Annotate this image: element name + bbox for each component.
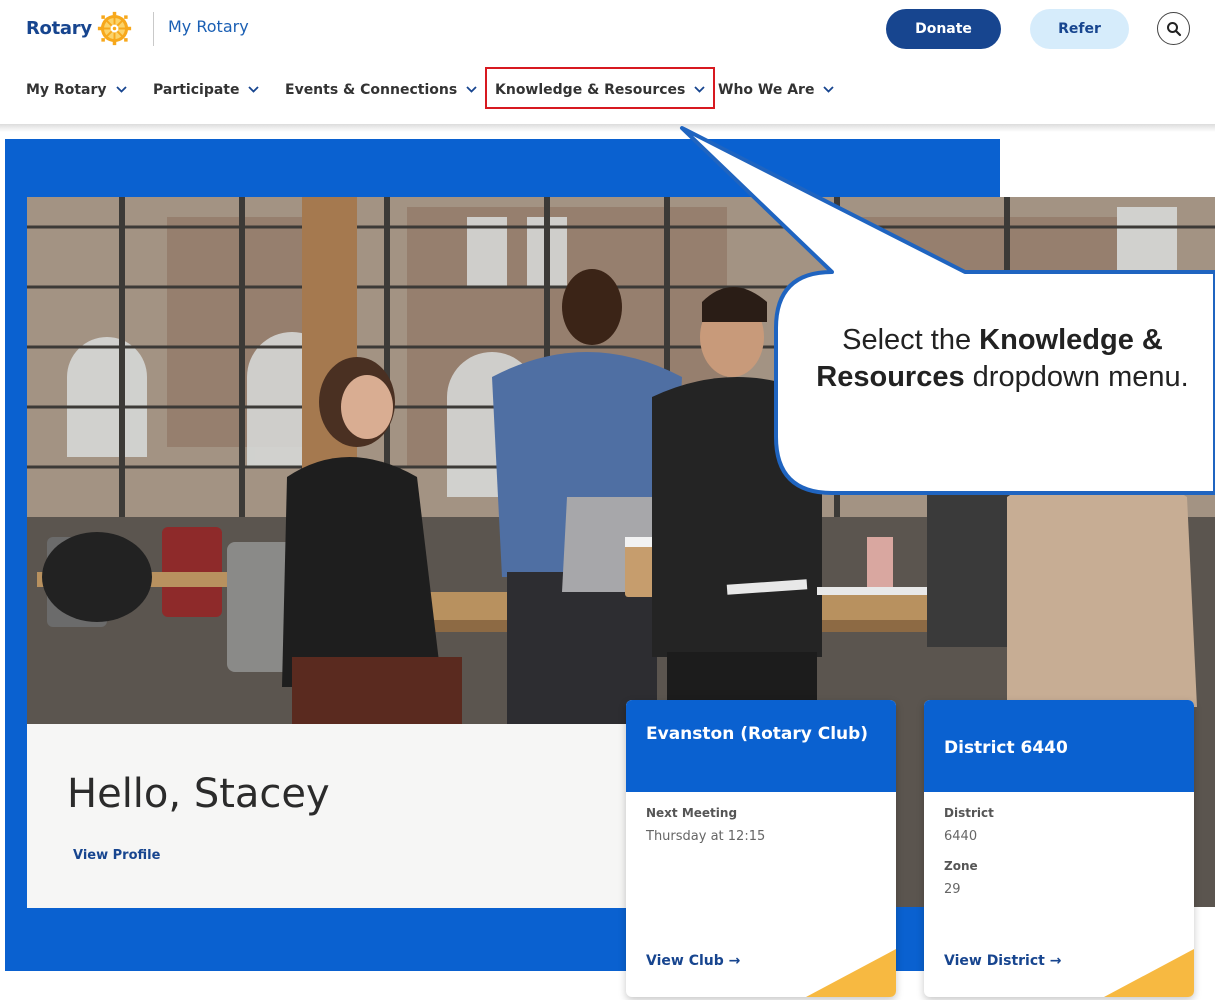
card-title: District 6440: [924, 700, 1194, 792]
nav-label: Participate: [153, 81, 240, 98]
nav-label: Events & Connections: [285, 81, 458, 98]
nav-participate[interactable]: Participate: [153, 74, 260, 105]
view-profile-link[interactable]: View Profile: [73, 848, 160, 863]
district-card: District 6440 District 6440 Zone 29 View…: [924, 700, 1194, 997]
chevron-down-icon: [823, 86, 835, 93]
card-corner-accent: [806, 949, 896, 997]
card-field-value: Thursday at 12:15: [646, 829, 766, 844]
card-field-value: 29: [944, 882, 961, 897]
greeting-panel: Hello, Stacey View Profile: [27, 724, 627, 908]
view-district-link[interactable]: View District →: [944, 953, 1061, 969]
card-corner-accent: [1104, 949, 1194, 997]
greeting-heading: Hello, Stacey: [67, 771, 330, 817]
nav-label: Knowledge & Resources: [495, 81, 686, 98]
view-club-link[interactable]: View Club →: [646, 953, 740, 969]
main-nav: My Rotary Participate Events & Connectio…: [0, 66, 1215, 113]
top-bar: Rotary My Rotary Donate Refer: [0, 0, 1215, 60]
my-rotary-home-link[interactable]: My Rotary: [168, 17, 249, 36]
card-field-label: Zone: [944, 859, 978, 873]
chevron-down-icon: [248, 86, 260, 93]
card-field-label: Next Meeting: [646, 806, 738, 820]
card-field-value: 6440: [944, 829, 978, 844]
search-button[interactable]: [1157, 12, 1190, 45]
club-card: Evanston (Rotary Club) Next Meeting Thur…: [626, 700, 896, 997]
rotary-wheel-icon: [97, 11, 131, 46]
search-icon: [1166, 21, 1181, 36]
rotary-logo[interactable]: Rotary: [26, 11, 132, 46]
logo-text: Rotary: [26, 18, 92, 39]
callout-suffix: dropdown menu.: [964, 361, 1189, 393]
refer-button[interactable]: Refer: [1030, 9, 1129, 49]
nav-events-connections[interactable]: Events & Connections: [285, 74, 477, 105]
nav-my-rotary[interactable]: My Rotary: [26, 74, 127, 105]
nav-divider: [0, 124, 1215, 132]
chevron-down-icon: [694, 86, 706, 93]
nav-who-we-are[interactable]: Who We Are: [718, 74, 835, 105]
card-title: Evanston (Rotary Club): [626, 700, 896, 792]
nav-knowledge-resources[interactable]: Knowledge & Resources: [484, 67, 716, 109]
logo-divider: [153, 12, 154, 46]
instruction-callout-text: Select the Knowledge & Resources dropdow…: [790, 322, 1215, 396]
chevron-down-icon: [115, 86, 127, 93]
card-field-label: District: [944, 806, 994, 820]
donate-button[interactable]: Donate: [886, 9, 1001, 49]
chevron-down-icon: [466, 86, 477, 93]
nav-label: My Rotary: [26, 81, 107, 98]
callout-prefix: Select the: [842, 324, 980, 356]
nav-label: Who We Are: [718, 81, 815, 98]
